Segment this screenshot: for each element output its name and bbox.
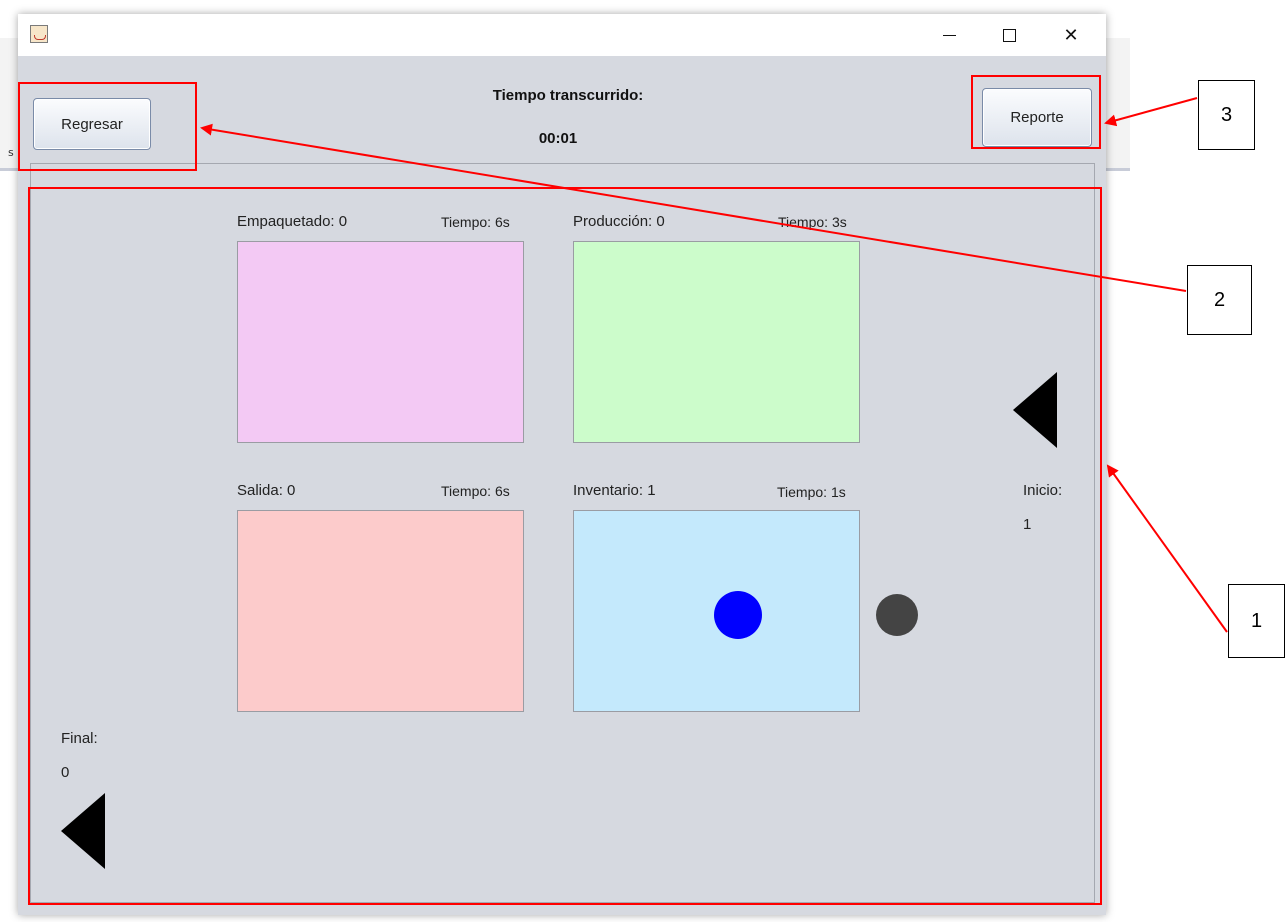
annotation-arrow-2 — [200, 123, 1187, 292]
annotation-arrow-3 — [1104, 97, 1198, 127]
annotation-arrow-1 — [1106, 464, 1228, 633]
annotation-arrows — [200, 97, 1228, 633]
